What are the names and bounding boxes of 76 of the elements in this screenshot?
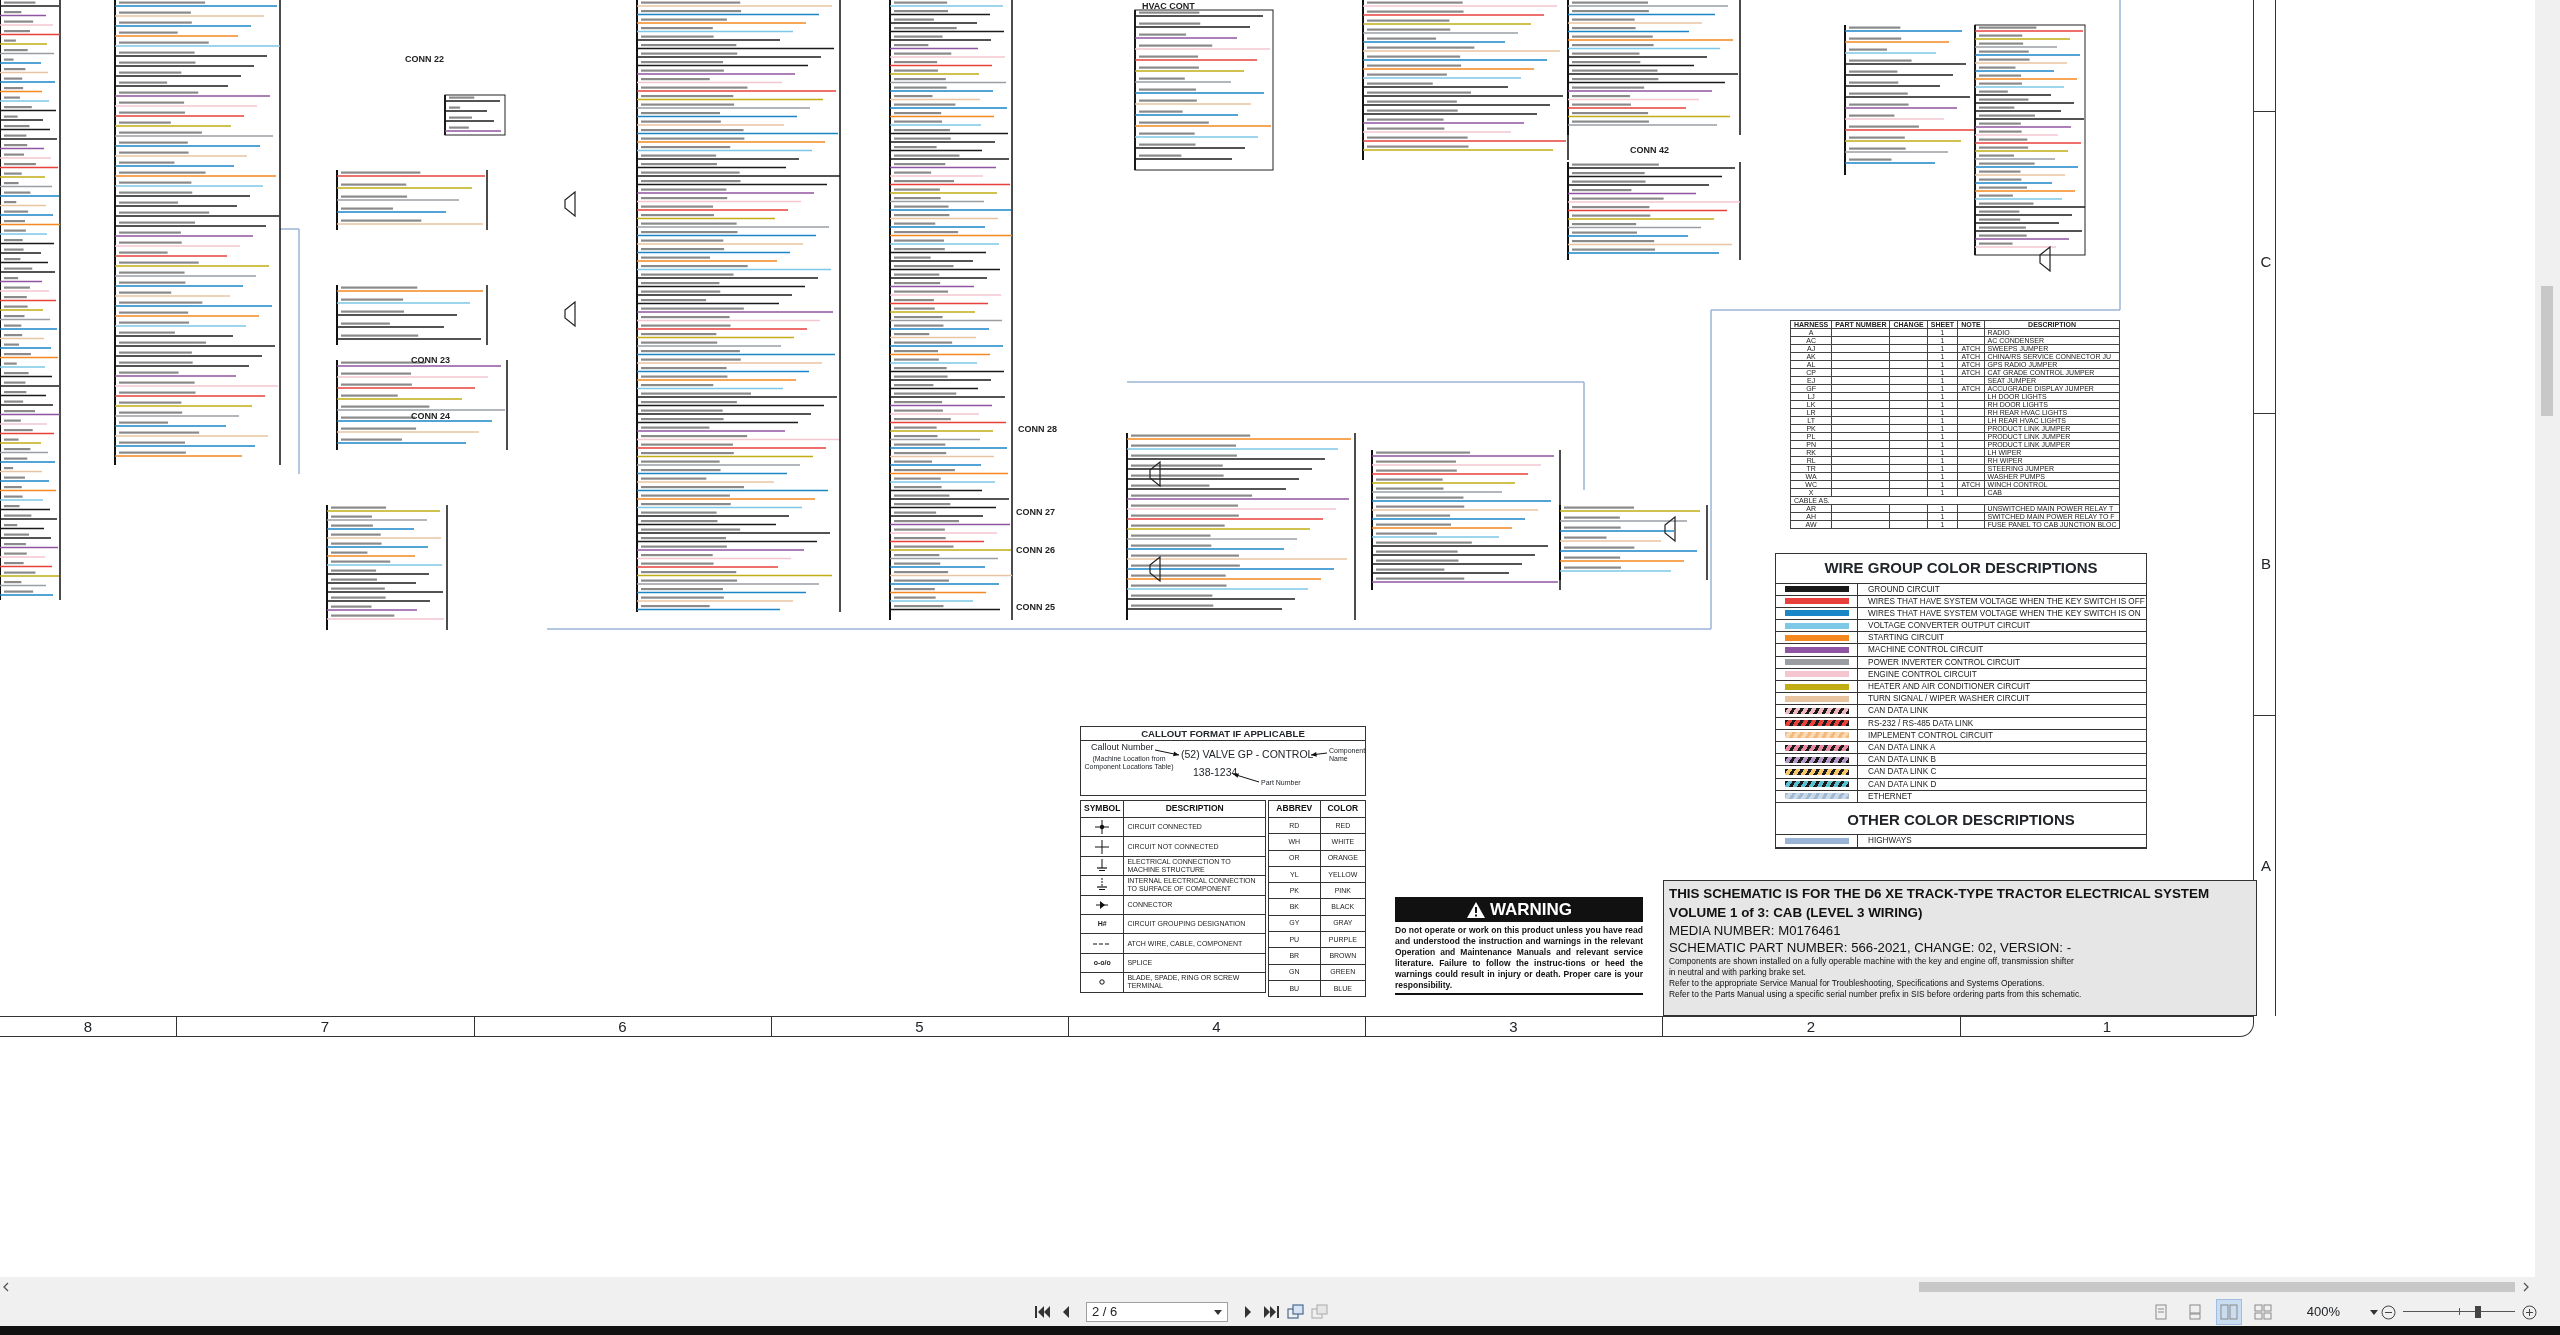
legend-label: RS-232 / RS-485 DATA LINK bbox=[1867, 717, 1974, 729]
connector-label: CONN 42 bbox=[1630, 145, 1669, 155]
slider-thumb[interactable] bbox=[2475, 1306, 2482, 1318]
scrollbar-thumb[interactable] bbox=[1919, 1282, 2515, 1292]
connector-label: CONN 28 bbox=[1018, 424, 1057, 434]
column-header: COLOR bbox=[1320, 800, 1366, 818]
view-mode-icon bbox=[2253, 1304, 2272, 1320]
legend-label: ETHERNET bbox=[1867, 790, 1913, 802]
legend-title: OTHER COLOR DESCRIPTIONS bbox=[1776, 802, 2146, 836]
column-header: DESCRIPTION bbox=[1123, 800, 1266, 818]
ground-icon bbox=[1095, 878, 1110, 893]
column-header: SYMBOL bbox=[1080, 800, 1124, 818]
schematic-info: SCHEMATIC PART NUMBER: 566-2021, CHANGE: 02, VERSION: - bbox=[1669, 939, 2073, 956]
page-field[interactable]: 2 / 6 bbox=[1086, 1302, 1228, 1322]
zoom-field[interactable]: 400% bbox=[2306, 1302, 2378, 1322]
zone-letter: A bbox=[2260, 856, 2272, 876]
callout-title: CALLOUT FORMAT IF APPLICABLE bbox=[1081, 727, 1365, 741]
part-number: 138-1234 bbox=[1193, 767, 1238, 779]
legend-label: CAN DATA LINK B bbox=[1867, 754, 1936, 766]
legend-label: WIRES THAT HAVE SYSTEM VOLTAGE WHEN THE KEY SWITCH IS ON bbox=[1867, 607, 2141, 620]
dashed-line-icon bbox=[1093, 942, 1112, 945]
legend-label: POWER INVERTER CONTROL CIRCUIT bbox=[1867, 656, 2020, 668]
legend-label: VOLTAGE CONVERTER OUTPUT CIRCUIT bbox=[1867, 620, 2031, 632]
legend-title: WIRE GROUP COLOR DESCRIPTIONS bbox=[1776, 554, 2146, 584]
crossing-icon bbox=[1095, 839, 1110, 854]
legend-label: MACHINE CONTROL CIRCUIT bbox=[1867, 644, 1984, 656]
arrow bbox=[1154, 749, 1180, 757]
junction-icon bbox=[1095, 820, 1110, 835]
legend-label: ENGINE CONTROL CIRCUIT bbox=[1867, 668, 1977, 680]
warning-text: Do not operate or work on this product unless you have read and understood the instruction and warnings in the relevant Operation and Maintenance Manuals and relevant service literature. Failure to follow the instruc-tions or heed the warnings could result in injury or death. Proper care is your responsibility. bbox=[1395, 922, 1643, 996]
zone-letter: B bbox=[2260, 554, 2272, 574]
column-header: ABBREV bbox=[1268, 800, 1321, 818]
minus-icon bbox=[2381, 1304, 2396, 1320]
note-text: Refer to the appropriate Service Manual for Troubleshooting, Specifications and Systems Operations. bbox=[1669, 978, 2046, 989]
warning-banner: WARNING bbox=[1395, 897, 1643, 922]
warning-icon bbox=[1465, 900, 1486, 919]
note-text: in neutral and with parking brake set. bbox=[1669, 967, 1807, 978]
legend-label: CAN DATA LINK C bbox=[1867, 766, 1937, 778]
connector-label: CONN 26 bbox=[1016, 545, 1055, 555]
first-page-icon bbox=[1033, 1304, 1051, 1320]
legend-label: HEATER AND AIR CONDITIONER CIRCUIT bbox=[1867, 681, 2031, 693]
legend-label: CAN DATA LINK bbox=[1867, 705, 1929, 717]
connector-label: CONN 22 bbox=[405, 54, 444, 64]
plus-icon bbox=[2522, 1304, 2537, 1320]
view-mode-icon bbox=[2219, 1304, 2238, 1320]
caret-icon bbox=[1214, 1309, 1222, 1315]
scroll-left-icon[interactable] bbox=[2, 1282, 10, 1292]
connector-label: CONN 23 bbox=[411, 355, 450, 365]
window-icon bbox=[1311, 1304, 1329, 1320]
connector-label: CONN 24 bbox=[411, 411, 450, 421]
connector-label: HVAC CONT bbox=[1142, 1, 1195, 11]
legend-label: STARTING CIRCUIT bbox=[1867, 632, 1945, 644]
window-icon bbox=[1287, 1304, 1305, 1320]
callout-label: Callout Number bbox=[1091, 743, 1154, 753]
ground-icon bbox=[1095, 858, 1110, 873]
callout-example: (52) VALVE GP - CONTROL bbox=[1181, 749, 1314, 761]
legend-label: IMPLEMENT CONTROL CIRCUIT bbox=[1867, 729, 1994, 741]
legend-label: TURN SIGNAL / WIPER WASHER CIRCUIT bbox=[1867, 693, 2030, 705]
note-text: Components are shown installed on a fully operable machine with the key and engine off, transmission shifter bbox=[1669, 956, 2075, 967]
legend-label: WIRES THAT HAVE SYSTEM VOLTAGE WHEN THE KEY SWITCH IS OFF bbox=[1867, 595, 2145, 607]
legend-label: HIGHWAYS bbox=[1867, 835, 1912, 847]
legend-label: CAN DATA LINK A bbox=[1867, 741, 1936, 754]
schematic-title: VOLUME 1 of 3: CAB (LEVEL 3 WIRING) bbox=[1669, 904, 1924, 922]
legend-label: GROUND CIRCUIT bbox=[1867, 583, 1940, 595]
zoom-slider[interactable] bbox=[2403, 1305, 2515, 1319]
legend-label: CAN DATA LINK D bbox=[1867, 778, 1937, 790]
zone-letter: C bbox=[2259, 252, 2273, 272]
last-page-icon bbox=[1263, 1304, 1281, 1320]
scrollbar-thumb[interactable] bbox=[2541, 286, 2553, 416]
connector-label: CONN 25 bbox=[1016, 602, 1055, 612]
scroll-right-icon[interactable] bbox=[2522, 1282, 2530, 1292]
schematic-info: MEDIA NUMBER: M0176461 bbox=[1669, 922, 1842, 939]
caret-icon bbox=[2370, 1309, 2378, 1315]
note-text: Refer to the Parts Manual using a specific serial number prefix in SIS before ordering parts from this schematic. bbox=[1669, 989, 2083, 1000]
connector-label: CONN 27 bbox=[1016, 507, 1055, 517]
schematic-title: THIS SCHEMATIC IS FOR THE D6 XE TRACK-TYPE TRACTOR ELECTRICAL SYSTEM bbox=[1669, 885, 2211, 903]
